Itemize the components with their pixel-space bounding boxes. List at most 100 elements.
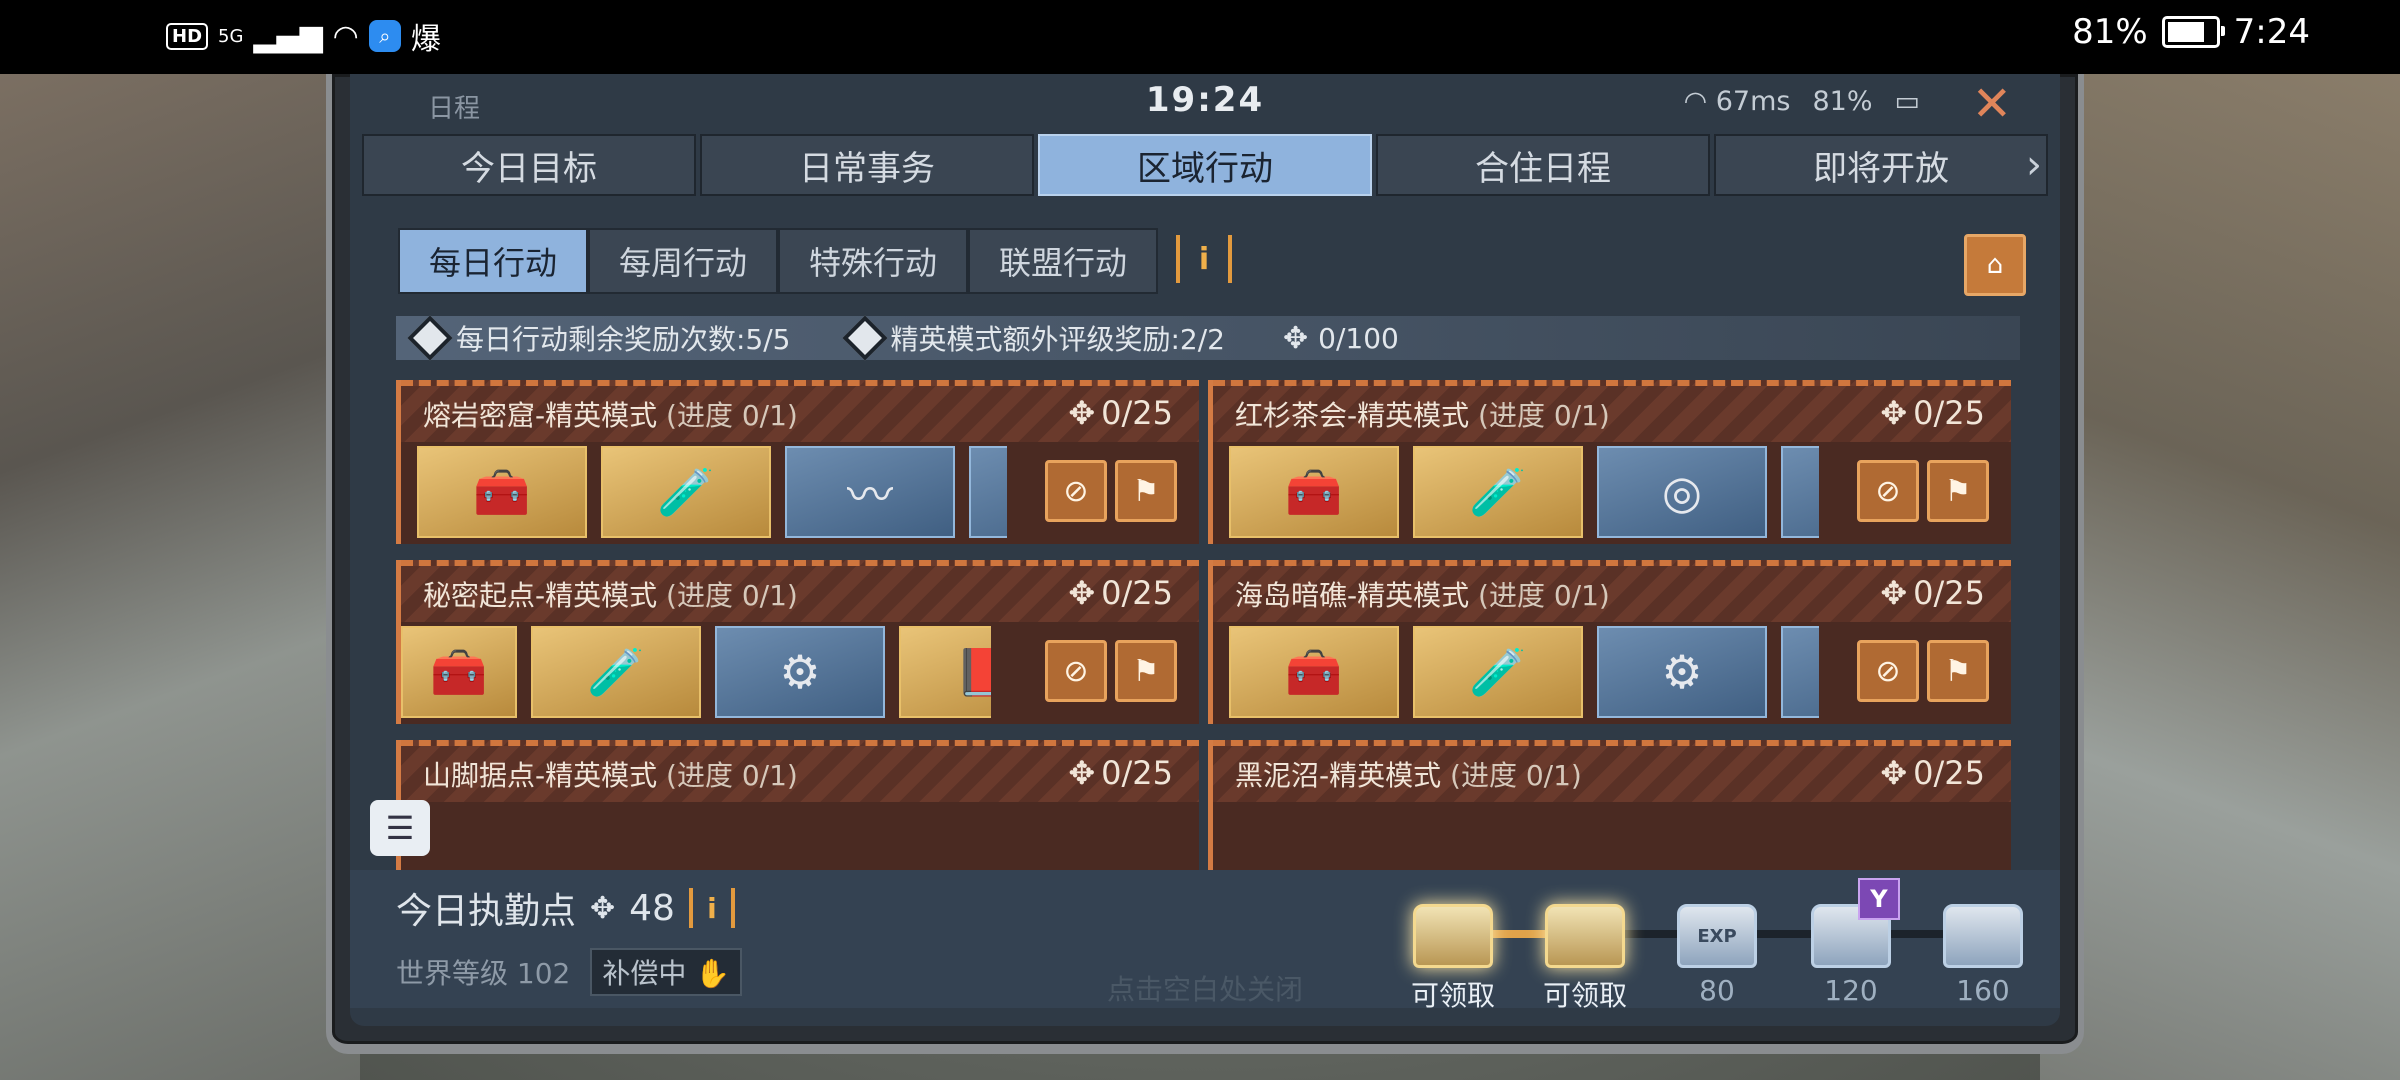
reward-items: 🧰 🧪 〰 [417, 446, 1007, 538]
mission-header: 熔岩密窟-精英模式 (进度 0/1) ✥ 0/25 [401, 380, 1199, 442]
mission-list[interactable]: 熔岩密窟-精英模式 (进度 0/1) ✥ 0/25 🧰 🧪 〰 ⊘ ⚑ 红杉茶会-… [396, 380, 2020, 870]
signal-icon: ▂▄▆ [253, 18, 323, 54]
mission-card[interactable]: 红杉茶会-精英模式 (进度 0/1) ✥ 0/25 🧰 🧪 ◎ ⊘ ⚑ [1208, 380, 2011, 544]
sub-tabs: 每日行动 每周行动 特殊行动 联盟行动 i [398, 228, 1232, 294]
mission-card[interactable]: 黑泥沼-精英模式 (进度 0/1) ✥ 0/25 [1208, 740, 2011, 870]
duty-icon: ✥ [1880, 754, 1908, 792]
flag-icon[interactable]: ⚑ [1927, 640, 1989, 702]
tab-region-action[interactable]: 区域行动 [1038, 134, 1372, 196]
reward-item-partial[interactable] [969, 446, 1007, 538]
motor-icon[interactable]: ⚙ [1597, 626, 1767, 718]
daily-reward-count: 每日行动剩余奖励次数:5/5 [407, 315, 791, 361]
mission-card[interactable]: 秘密起点-精英模式 (进度 0/1) ✥ 0/25 🧰 🧪 ⚙ 📕 ⊘ ⚑ [396, 560, 1199, 724]
duty-title: 今日执勤点 [396, 891, 577, 932]
mission-title: 海岛暗礁-精英模式 [1235, 579, 1470, 612]
reward-item-partial[interactable] [1781, 626, 1819, 718]
mission-card[interactable]: 山脚据点-精英模式 (进度 0/1) ✥ 0/25 [396, 740, 1199, 870]
mission-header: 秘密起点-精英模式 (进度 0/1) ✥ 0/25 [401, 560, 1199, 622]
status-right: 81% 7:24 [2072, 12, 2310, 52]
supply-crate-icon[interactable]: 🧰 [417, 446, 587, 538]
mission-duty: ✥ 0/25 [1068, 394, 1173, 432]
supply-crate-icon[interactable]: 🧰 [1229, 446, 1399, 538]
battery-icon-small: ▭ [1894, 86, 1920, 117]
compass-icon[interactable]: ⊘ [1857, 460, 1919, 522]
mission-title: 黑泥沼-精英模式 [1235, 759, 1442, 792]
schedule-panel: 日程 19:24 ◠ 67ms 81% ▭ ✕ 今日目标 日常事务 区域行动 合… [350, 74, 2060, 1026]
background-left [0, 74, 360, 1080]
compass-icon[interactable]: ⊘ [1045, 640, 1107, 702]
fuel-canister-icon[interactable]: 🧪 [531, 626, 701, 718]
chest-icon [1413, 904, 1493, 968]
tab-today-goals[interactable]: 今日目标 [362, 134, 696, 196]
book-icon[interactable]: 📕 [899, 626, 991, 718]
mission-progress: (进度 0/1) [666, 759, 798, 792]
mission-header: 海岛暗礁-精英模式 (进度 0/1) ✥ 0/25 [1213, 560, 2011, 622]
compass-icon[interactable]: ⊘ [1045, 460, 1107, 522]
duty-points-total: ✥ 0/100 [1283, 321, 1399, 356]
search-app-icon: ⌕ [368, 20, 401, 52]
mission-progress: (进度 0/1) [666, 579, 798, 612]
mission-duty-value: 0/25 [1101, 574, 1173, 612]
supply-crate-icon[interactable]: 🧰 [1229, 626, 1399, 718]
subtab-special[interactable]: 特殊行动 [778, 228, 968, 294]
tab-cohabit-schedule[interactable]: 合住日程 [1376, 134, 1710, 196]
wifi-icon: ◠ [332, 18, 359, 54]
mission-duty-value: 0/25 [1913, 754, 1985, 792]
close-hint[interactable]: 点击空白处关闭 [350, 968, 2060, 1008]
duty-icon: ✥ [1068, 754, 1096, 792]
duty-icon: ✥ [1068, 394, 1096, 432]
signal-5g: 5G [218, 25, 244, 47]
reward-item-partial[interactable] [1781, 446, 1819, 538]
roll-icon[interactable]: ◎ [1597, 446, 1767, 538]
mission-title: 山脚据点-精英模式 [423, 759, 658, 792]
mission-title: 熔岩密窟-精英模式 [423, 399, 658, 432]
chest-icon [1545, 904, 1625, 968]
panel-header: 日程 19:24 ◠ 67ms 81% ▭ ✕ [350, 74, 2060, 132]
subtab-alliance[interactable]: 联盟行动 [968, 228, 1158, 294]
mission-progress: (进度 0/1) [1478, 579, 1610, 612]
vip-badge: Y [1858, 878, 1900, 920]
flag-icon[interactable]: ⚑ [1115, 640, 1177, 702]
chevron-right-icon[interactable]: › [2026, 142, 2042, 188]
fuel-canister-icon[interactable]: 🧪 [1413, 626, 1583, 718]
ping-value: 67ms [1715, 86, 1791, 117]
flag-icon[interactable]: ⚑ [1927, 460, 1989, 522]
fuel-canister-icon[interactable]: 🧪 [1413, 446, 1583, 538]
info-icon[interactable]: i [1176, 235, 1232, 283]
status-bar: HD 5G ▂▄▆ ◠ ⌕ 爆 81% 7:24 [0, 0, 2400, 74]
tab-coming-soon[interactable]: 即将开放 [1714, 134, 2048, 196]
motor-icon[interactable]: ⚙ [715, 626, 885, 718]
chest-icon [1943, 904, 2023, 968]
supply-crate-icon[interactable]: 🧰 [401, 626, 517, 718]
tab-daily-affairs[interactable]: 日常事务 [700, 134, 1034, 196]
mission-duty-value: 0/25 [1913, 394, 1985, 432]
wire-parts-icon[interactable]: 〰 [785, 446, 955, 538]
network-status: ◠ 67ms 81% ▭ [1684, 86, 1920, 117]
subtab-weekly[interactable]: 每周行动 [588, 228, 778, 294]
info-icon[interactable]: i [688, 888, 735, 928]
mission-progress: (进度 0/1) [666, 399, 798, 432]
elite-bonus-text: 精英模式额外评级奖励:2/2 [890, 323, 1226, 356]
flag-icon[interactable]: ⚑ [1115, 460, 1177, 522]
mission-duty: ✥ 0/25 [1880, 574, 1985, 612]
shop-icon[interactable]: ⌂ [1964, 234, 2026, 296]
mission-title: 红杉茶会-精英模式 [1235, 399, 1470, 432]
mission-card[interactable]: 海岛暗礁-精英模式 (进度 0/1) ✥ 0/25 🧰 🧪 ⚙ ⊘ ⚑ [1208, 560, 2011, 724]
fuel-canister-icon[interactable]: 🧪 [601, 446, 771, 538]
reward-items: 🧰 🧪 ⚙ [1229, 626, 1819, 718]
mission-duty-value: 0/25 [1913, 574, 1985, 612]
mission-header: 黑泥沼-精英模式 (进度 0/1) ✥ 0/25 [1213, 740, 2011, 802]
mission-card[interactable]: 熔岩密窟-精英模式 (进度 0/1) ✥ 0/25 🧰 🧪 〰 ⊘ ⚑ [396, 380, 1199, 544]
status-left: HD 5G ▂▄▆ ◠ ⌕ 爆 [166, 14, 441, 58]
duty-icon: ✥ [1283, 320, 1309, 356]
elite-icon [841, 315, 888, 361]
compass-icon[interactable]: ⊘ [1857, 640, 1919, 702]
battery-icon [2161, 16, 2225, 48]
subtab-daily[interactable]: 每日行动 [398, 228, 588, 294]
duty-points-text: 0/100 [1318, 321, 1399, 355]
mission-duty-value: 0/25 [1101, 394, 1173, 432]
mission-header: 山脚据点-精英模式 (进度 0/1) ✥ 0/25 [401, 740, 1199, 802]
close-icon[interactable]: ✕ [1972, 76, 2012, 132]
schedule-icon[interactable]: ☰ [370, 800, 430, 856]
duty-icon: ✥ [590, 890, 616, 926]
